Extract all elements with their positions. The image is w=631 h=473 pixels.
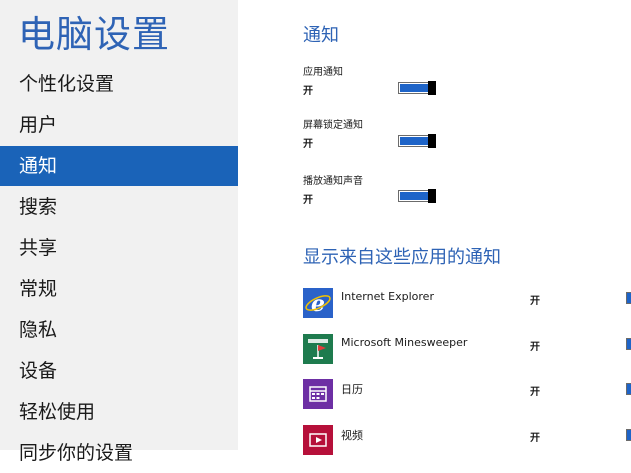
sidebar-item-general[interactable]: 常规 (0, 269, 238, 309)
minesweeper-notification-toggle[interactable] (626, 338, 631, 350)
app-name-video: 视频 (341, 429, 363, 442)
app-state-video: 开 (530, 433, 540, 444)
app-notifications-label: 应用通知 (303, 67, 343, 78)
lock-screen-notifications-toggle[interactable] (398, 134, 436, 148)
app-name-internet-explorer: Internet Explorer (341, 290, 434, 303)
app-name-minesweeper: Microsoft Minesweeper (341, 336, 468, 349)
sidebar-item-share[interactable]: 共享 (0, 228, 238, 268)
app-state-minesweeper: 开 (530, 342, 540, 353)
app-state-calendar: 开 (530, 387, 540, 398)
section-title-app-notifications: 显示来自这些应用的通知 (303, 247, 501, 268)
toggle-fill (400, 137, 430, 145)
sidebar-item-privacy[interactable]: 隐私 (0, 310, 238, 350)
toggle-fill (400, 192, 430, 200)
notifications-panel: 通知 应用通知 开 屏幕锁定通知 开 播放通知声音 开 显示来自这些应用的通知 … (238, 0, 631, 455)
section-title-notifications: 通知 (303, 25, 339, 46)
lock-screen-notifications-state: 开 (303, 139, 313, 150)
toggle-thumb (428, 134, 436, 148)
internet-explorer-notification-toggle[interactable] (626, 292, 631, 304)
notification-sound-toggle[interactable] (398, 189, 436, 203)
sidebar-item-personalize[interactable]: 个性化设置 (0, 64, 238, 104)
sidebar-item-users[interactable]: 用户 (0, 105, 238, 145)
lock-screen-notifications-label: 屏幕锁定通知 (303, 120, 363, 131)
sidebar-item-notifications[interactable]: 通知 (0, 146, 238, 186)
calendar-notification-toggle[interactable] (626, 383, 631, 395)
app-notifications-state: 开 (303, 86, 313, 97)
app-name-calendar: 日历 (341, 383, 363, 396)
settings-sidebar: 电脑设置 个性化设置 用户 通知 搜索 共享 常规 隐私 设备 轻松使用 同步你… (0, 0, 238, 464)
video-notification-toggle[interactable] (626, 429, 631, 441)
sidebar-item-search[interactable]: 搜索 (0, 187, 238, 227)
notification-sound-label: 播放通知声音 (303, 176, 363, 187)
minesweeper-icon (303, 334, 333, 364)
app-state-internet-explorer: 开 (530, 296, 540, 307)
notification-sound-state: 开 (303, 195, 313, 206)
internet-explorer-icon: e (303, 288, 333, 318)
sidebar-item-sync-settings[interactable]: 同步你的设置 (0, 433, 238, 473)
sidebar-item-devices[interactable]: 设备 (0, 351, 238, 391)
svg-text:e: e (311, 291, 325, 317)
calendar-icon (303, 379, 333, 409)
toggle-thumb (428, 81, 436, 95)
video-icon (303, 425, 333, 455)
toggle-fill (400, 84, 430, 92)
app-notifications-toggle[interactable] (398, 81, 436, 95)
sidebar-title: 电脑设置 (18, 13, 170, 56)
sidebar-item-ease-of-access[interactable]: 轻松使用 (0, 392, 238, 432)
toggle-thumb (428, 189, 436, 203)
